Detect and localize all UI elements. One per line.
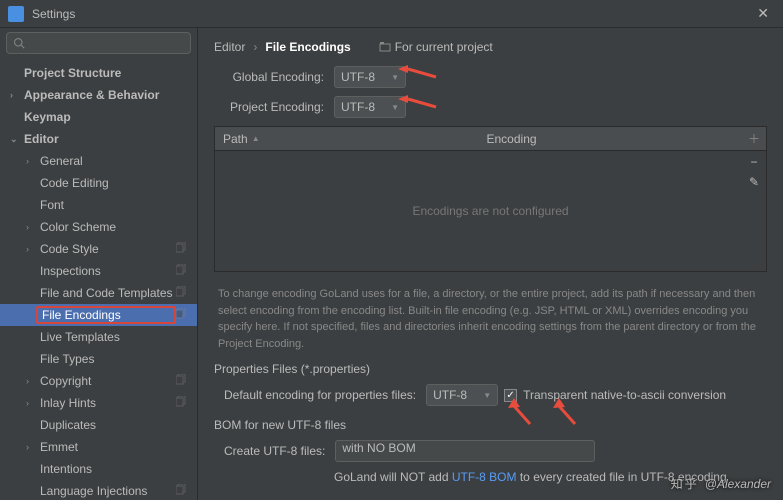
- breadcrumb-parent[interactable]: Editor: [214, 40, 245, 54]
- tree-item-inspections[interactable]: Inspections: [0, 260, 197, 282]
- tree-item-label: Duplicates: [40, 418, 197, 432]
- tree-item-label: Code Editing: [40, 176, 197, 190]
- chevron-down-icon: ▼: [391, 103, 399, 112]
- tree-item-label: Language Injections: [40, 484, 176, 498]
- tree-item-editor[interactable]: ⌄Editor: [0, 128, 197, 150]
- tree-item-copyright[interactable]: ›Copyright: [0, 370, 197, 392]
- tree-item-emmet[interactable]: ›Emmet: [0, 436, 197, 458]
- sort-asc-icon: ▲: [252, 134, 260, 143]
- chevron-icon: ›: [26, 442, 38, 452]
- add-button[interactable]: ＋: [742, 130, 766, 147]
- tree-item-label: Appearance & Behavior: [24, 88, 197, 102]
- hint-text: To change encoding GoLand uses for a fil…: [218, 286, 763, 352]
- chevron-icon: ⌄: [10, 134, 22, 145]
- tree-item-label: Live Templates: [40, 330, 197, 344]
- tree-item-file-encodings[interactable]: File Encodings: [0, 304, 197, 326]
- tree-item-duplicates[interactable]: Duplicates: [0, 414, 197, 436]
- tree-item-label: File Types: [40, 352, 197, 366]
- search-icon: [13, 37, 25, 49]
- tree-item-language-injections[interactable]: Language Injections: [0, 480, 197, 500]
- bom-section-title: BOM for new UTF-8 files: [214, 418, 767, 432]
- window-title: Settings: [32, 7, 751, 21]
- tree-item-label: File and Code Templates: [40, 286, 176, 300]
- encoding-table: Path ▲ Encoding ＋ Encodings are not conf…: [214, 126, 767, 272]
- chevron-down-icon: ▼: [483, 391, 491, 400]
- global-encoding-dropdown[interactable]: UTF-8▼: [334, 66, 406, 88]
- remove-button[interactable]: −: [750, 155, 757, 169]
- project-encoding-dropdown[interactable]: UTF-8▼: [334, 96, 406, 118]
- app-icon: [8, 6, 24, 22]
- project-encoding-label: Project Encoding:: [214, 100, 324, 114]
- properties-encoding-label: Default encoding for properties files:: [224, 388, 416, 402]
- transparent-conversion-label: Transparent native-to-ascii conversion: [523, 388, 726, 402]
- tree-item-label: Project Structure: [24, 66, 197, 80]
- transparent-conversion-checkbox[interactable]: [504, 389, 517, 402]
- tree-item-live-templates[interactable]: Live Templates: [0, 326, 197, 348]
- tree-item-general[interactable]: ›General: [0, 150, 197, 172]
- edit-button[interactable]: ✎: [749, 175, 759, 189]
- project-scope-icon: [176, 308, 187, 322]
- create-utf8-label: Create UTF-8 files:: [224, 444, 325, 458]
- tree-item-color-scheme[interactable]: ›Color Scheme: [0, 216, 197, 238]
- tree-item-label: Copyright: [40, 374, 176, 388]
- project-scope-icon: [176, 264, 187, 278]
- project-scope-icon: [176, 374, 187, 388]
- tree-item-label: Inspections: [40, 264, 176, 278]
- project-scope-icon: [176, 484, 187, 498]
- empty-message: Encodings are not configured: [412, 204, 568, 218]
- chevron-icon: ›: [26, 222, 38, 232]
- tree-item-keymap[interactable]: Keymap: [0, 106, 197, 128]
- chevron-icon: ›: [26, 376, 38, 386]
- breadcrumb-current: File Encodings: [265, 40, 350, 54]
- tree-item-label: Emmet: [40, 440, 197, 454]
- table-header-path[interactable]: Path ▲: [215, 132, 479, 146]
- tree-item-label: Inlay Hints: [40, 396, 176, 410]
- chevron-down-icon: ▼: [391, 73, 399, 82]
- tree-item-code-editing[interactable]: Code Editing: [0, 172, 197, 194]
- global-encoding-label: Global Encoding:: [214, 70, 324, 84]
- tree-item-file-types[interactable]: File Types: [0, 348, 197, 370]
- chevron-icon: ›: [26, 244, 38, 254]
- tree-item-label: Intentions: [40, 462, 197, 476]
- scope-indicator: For current project: [379, 40, 493, 54]
- create-utf8-dropdown[interactable]: with NO BOM: [335, 440, 595, 462]
- properties-encoding-dropdown[interactable]: UTF-8▼: [426, 384, 498, 406]
- watermark: 知乎 @Alexander: [671, 475, 771, 492]
- project-scope-icon: [176, 396, 187, 410]
- chevron-icon: ›: [10, 90, 22, 100]
- tree-item-label: File Encodings: [36, 306, 176, 324]
- tree-item-label: Font: [40, 198, 197, 212]
- tree-item-label: Keymap: [24, 110, 197, 124]
- tree-item-file-and-code-templates[interactable]: File and Code Templates: [0, 282, 197, 304]
- table-header-encoding[interactable]: Encoding: [479, 132, 743, 146]
- utf8-bom-link[interactable]: UTF-8 BOM: [452, 470, 517, 484]
- tree-item-label: Color Scheme: [40, 220, 197, 234]
- project-icon: [379, 41, 391, 53]
- tree-item-code-style[interactable]: ›Code Style: [0, 238, 197, 260]
- project-scope-icon: [176, 242, 187, 256]
- tree-item-intentions[interactable]: Intentions: [0, 458, 197, 480]
- sidebar: Project Structure›Appearance & BehaviorK…: [0, 28, 198, 500]
- project-scope-icon: [176, 286, 187, 300]
- tree-item-label: Code Style: [40, 242, 176, 256]
- tree-item-inlay-hints[interactable]: ›Inlay Hints: [0, 392, 197, 414]
- tree-item-label: Editor: [24, 132, 197, 146]
- tree-item-font[interactable]: Font: [0, 194, 197, 216]
- properties-section-title: Properties Files (*.properties): [214, 362, 767, 376]
- breadcrumb: Editor › File Encodings For current proj…: [214, 40, 767, 54]
- chevron-right-icon: ›: [253, 40, 257, 54]
- tree-item-label: General: [40, 154, 197, 168]
- search-input[interactable]: [6, 32, 191, 54]
- tree-item-appearance-behavior[interactable]: ›Appearance & Behavior: [0, 84, 197, 106]
- tree-item-project-structure[interactable]: Project Structure: [0, 62, 197, 84]
- close-icon[interactable]: ✕: [751, 5, 775, 22]
- settings-tree: Project Structure›Appearance & BehaviorK…: [0, 58, 197, 500]
- chevron-icon: ›: [26, 398, 38, 408]
- chevron-icon: ›: [26, 156, 38, 166]
- content-panel: Editor › File Encodings For current proj…: [198, 28, 783, 500]
